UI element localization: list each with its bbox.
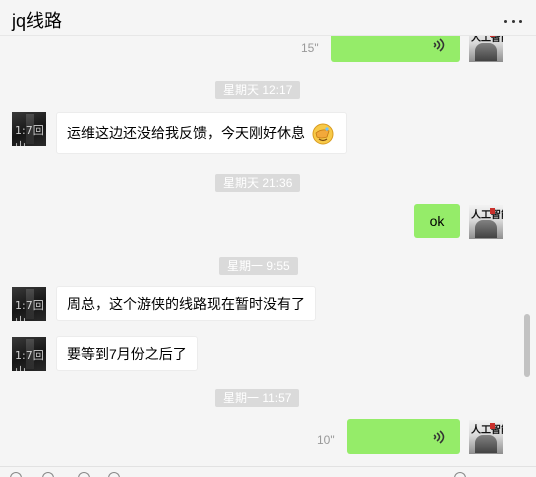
folder-icon[interactable]	[42, 472, 54, 477]
message-bubble[interactable]: 周总，这个游侠的线路现在暂时没有了	[56, 286, 316, 321]
timestamp: 星期天 21:36	[215, 174, 301, 192]
timestamp: 星期一 9:55	[219, 257, 298, 275]
voice-message-bubble[interactable]	[331, 36, 460, 62]
message-text: ok	[429, 213, 445, 229]
avatar[interactable]: 人工智能	[469, 205, 503, 239]
voice-wave-icon	[433, 430, 445, 444]
avatar[interactable]: 1:7回山	[12, 287, 46, 321]
message-list[interactable]: 15" 人工智能 星期天 12:17 1:7回山 运维这边还没给我反馈，今天刚好…	[0, 36, 536, 466]
message-bubble[interactable]: 要等到7月份之后了	[56, 336, 198, 371]
message-bubble[interactable]: 运维这边还没给我反馈，今天刚好休息	[56, 112, 347, 154]
voice-message-bubble[interactable]	[347, 419, 460, 454]
message-text: 周总，这个游侠的线路现在暂时没有了	[67, 296, 305, 312]
timestamp: 星期一 11:57	[215, 389, 300, 407]
voice-duration: 10"	[317, 433, 335, 447]
voice-duration: 15"	[301, 41, 319, 55]
chat-title: jq线路	[12, 11, 63, 31]
screenshot-icon[interactable]	[78, 472, 90, 477]
chat-header: jq线路	[0, 0, 536, 36]
facepalm-emoji-icon	[312, 123, 334, 145]
avatar[interactable]: 1:7回山	[12, 337, 46, 371]
chat-history-icon[interactable]	[108, 472, 120, 477]
voice-wave-icon	[433, 38, 445, 52]
voice-call-icon[interactable]	[454, 472, 466, 477]
avatar[interactable]: 人工智能	[469, 420, 503, 454]
more-icon[interactable]	[504, 18, 522, 24]
avatar[interactable]: 人工智能	[469, 36, 503, 62]
input-toolbar	[0, 466, 536, 477]
message-text: 运维这边还没给我反馈，今天刚好休息	[67, 125, 305, 141]
message-text: 要等到7月份之后了	[67, 346, 187, 362]
scrollbar[interactable]	[524, 314, 530, 377]
message-bubble[interactable]: ok	[414, 204, 460, 238]
timestamp: 星期天 12:17	[215, 81, 301, 99]
avatar[interactable]: 1:7回山	[12, 112, 46, 146]
emoji-icon[interactable]	[10, 472, 22, 477]
